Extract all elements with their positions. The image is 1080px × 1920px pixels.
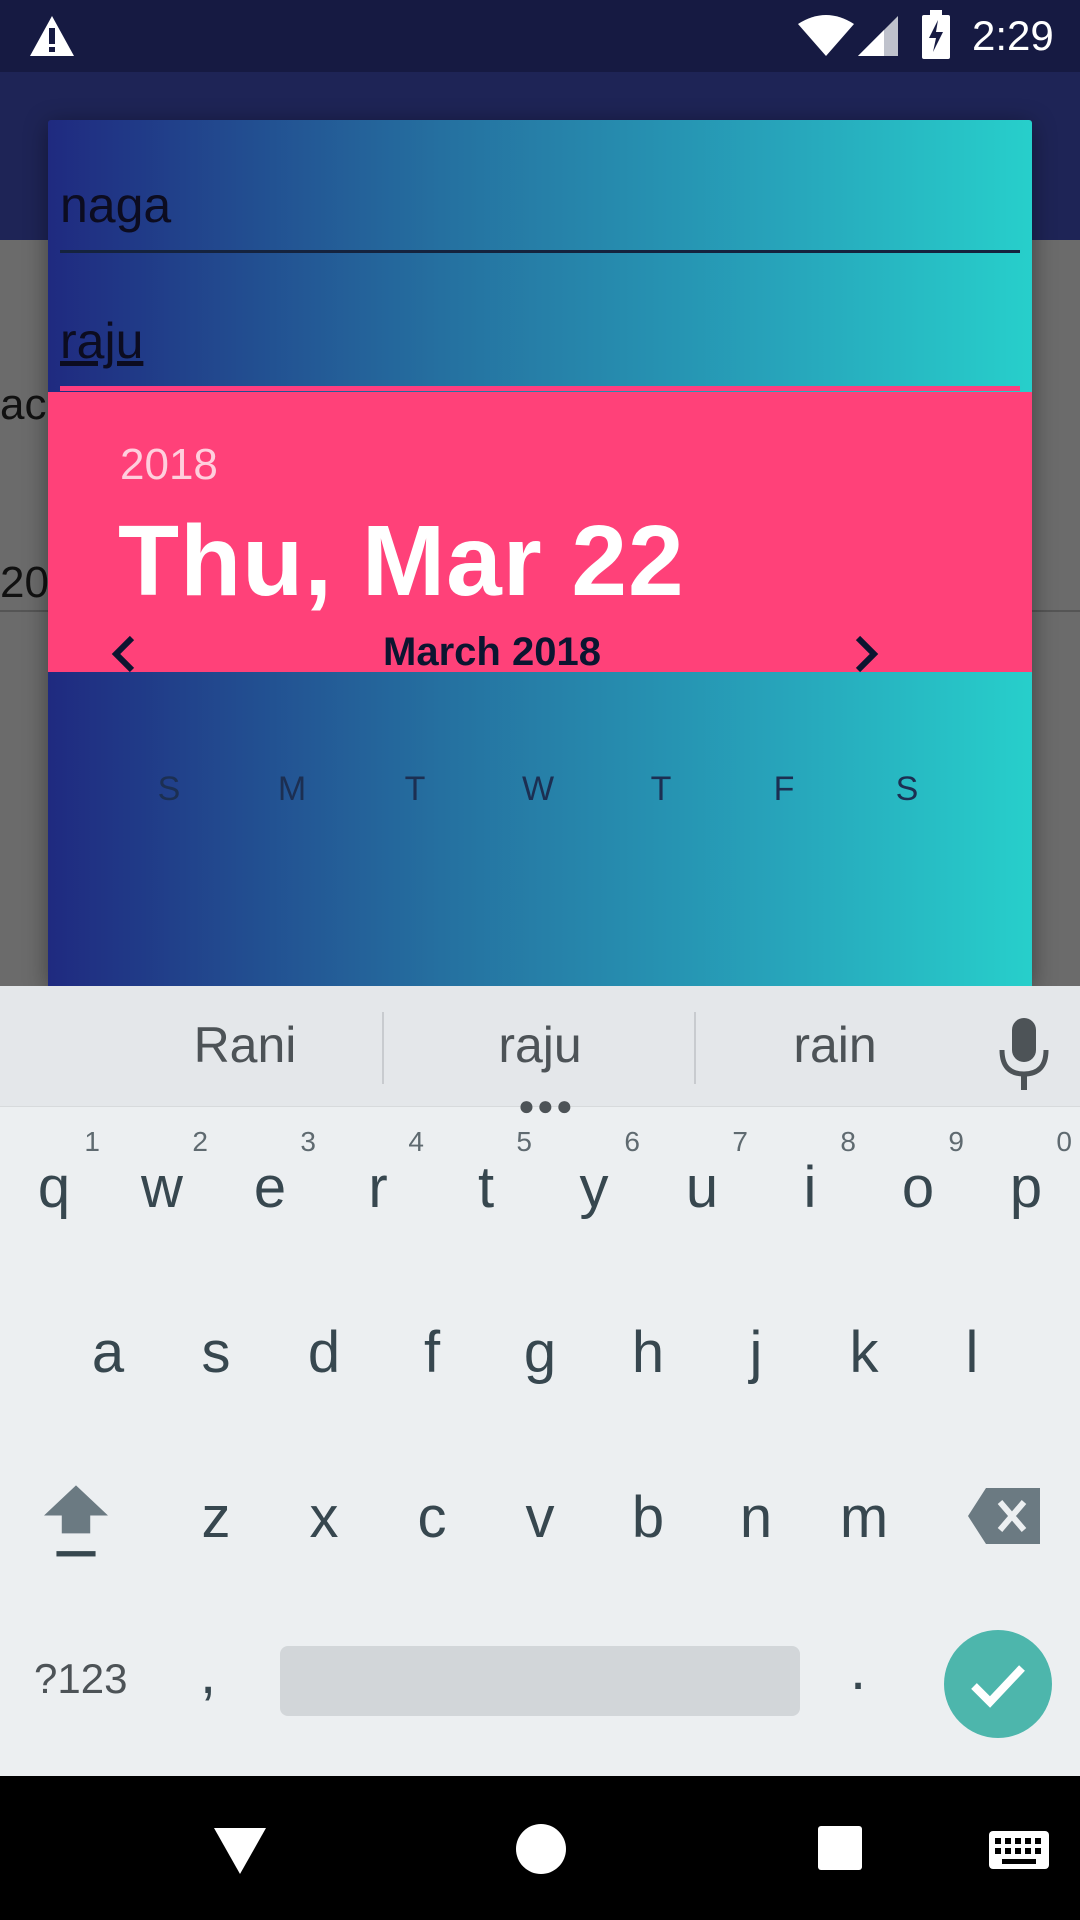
- last-name-field[interactable]: raju: [60, 296, 1020, 391]
- key-label: i: [803, 1155, 817, 1220]
- background-text: ac: [0, 380, 47, 429]
- key-o[interactable]: o9: [878, 1128, 964, 1228]
- key-label: t: [477, 1155, 495, 1220]
- key-i[interactable]: i8: [770, 1128, 856, 1228]
- key-w[interactable]: w2: [122, 1128, 208, 1228]
- weekday-label: W: [521, 770, 555, 808]
- space-key[interactable]: [280, 1646, 800, 1716]
- key-y[interactable]: y6: [554, 1128, 641, 1228]
- key-s[interactable]: s: [176, 1313, 256, 1393]
- weekday-header: S M T W T F S: [0, 770, 984, 810]
- key-hint: 6: [624, 1126, 640, 1157]
- signal-icon: [858, 16, 898, 56]
- key-hint: 8: [840, 1126, 856, 1157]
- key-x[interactable]: x: [284, 1478, 364, 1558]
- key-label: o: [901, 1155, 935, 1220]
- key-f[interactable]: f: [392, 1313, 472, 1393]
- key-g[interactable]: g: [500, 1313, 580, 1393]
- key-label: w: [141, 1155, 183, 1220]
- key-b[interactable]: b: [608, 1478, 688, 1558]
- key-k[interactable]: k: [824, 1313, 904, 1393]
- key-t[interactable]: t5: [446, 1128, 532, 1228]
- wifi-icon: [798, 15, 854, 56]
- key-z[interactable]: z: [176, 1478, 256, 1558]
- last-name-value: raju: [60, 313, 144, 369]
- weekday-label: S: [895, 770, 919, 808]
- key-hint: 3: [300, 1126, 316, 1157]
- background-text: 20: [0, 558, 49, 607]
- selected-date-label[interactable]: Thu, Mar 22: [118, 504, 685, 619]
- year-label[interactable]: 2018: [120, 440, 218, 490]
- key-m[interactable]: m: [824, 1478, 904, 1558]
- backspace-icon[interactable]: [966, 1486, 1042, 1546]
- key-c[interactable]: c: [392, 1478, 472, 1558]
- suggestion-bar: Rani raju rain ●●●: [0, 986, 1080, 1121]
- key-j[interactable]: j: [716, 1313, 796, 1393]
- key-n[interactable]: n: [716, 1478, 796, 1558]
- key-u[interactable]: u7: [662, 1128, 748, 1228]
- key-label: q: [37, 1155, 71, 1220]
- key-label: u: [685, 1155, 719, 1220]
- back-icon[interactable]: [212, 1824, 268, 1876]
- battery-charging-icon: [922, 10, 950, 59]
- recent-apps-icon[interactable]: [818, 1826, 862, 1870]
- status-bar: 2:29: [0, 0, 1080, 72]
- comma-key[interactable]: ,: [200, 1640, 216, 1707]
- weekday-label: F: [773, 770, 795, 808]
- more-suggestions-icon[interactable]: ●●●: [518, 1090, 575, 1122]
- weekday-label: M: [277, 770, 307, 808]
- suggestion-item[interactable]: Rani: [180, 1016, 310, 1074]
- suggestion-item[interactable]: rain: [770, 1016, 900, 1074]
- key-hint: 9: [948, 1126, 964, 1157]
- divider: [382, 1012, 384, 1084]
- key-v[interactable]: v: [500, 1478, 580, 1558]
- symbols-key[interactable]: ?123: [34, 1655, 127, 1703]
- home-icon[interactable]: [516, 1824, 566, 1874]
- key-q[interactable]: q1: [14, 1128, 100, 1228]
- suggestion-item[interactable]: raju: [470, 1016, 610, 1074]
- key-l[interactable]: l: [932, 1313, 1012, 1393]
- key-e[interactable]: e3: [230, 1128, 316, 1228]
- keyboard-icon[interactable]: [988, 1830, 1050, 1870]
- key-hint: 5: [516, 1126, 532, 1157]
- key-hint: 2: [192, 1126, 208, 1157]
- weekday-label: T: [404, 770, 426, 808]
- weekday-label: S: [157, 770, 181, 808]
- key-r[interactable]: r4: [338, 1128, 424, 1228]
- key-label: e: [253, 1155, 287, 1220]
- key-label: r: [368, 1155, 388, 1220]
- key-a[interactable]: a: [68, 1313, 148, 1393]
- key-label: y: [579, 1155, 609, 1220]
- key-hint: 1: [84, 1126, 100, 1157]
- key-h[interactable]: h: [608, 1313, 688, 1393]
- check-icon: [971, 1665, 1025, 1708]
- period-key[interactable]: .: [850, 1636, 866, 1703]
- key-d[interactable]: d: [284, 1313, 364, 1393]
- month-label: March 2018: [383, 630, 601, 674]
- first-name-value: naga: [60, 177, 172, 233]
- microphone-icon[interactable]: [996, 1016, 1052, 1092]
- first-name-field[interactable]: naga: [60, 160, 1020, 253]
- shift-icon[interactable]: [38, 1480, 114, 1560]
- key-p[interactable]: p0: [986, 1128, 1072, 1228]
- weekday-label: T: [650, 770, 672, 808]
- date-picker-dialog: naga raju 2018 Thu, Mar 22: [48, 120, 1032, 986]
- status-time: 2:29: [972, 12, 1054, 59]
- warning-icon: [30, 16, 74, 56]
- key-hint: 0: [1056, 1126, 1072, 1157]
- key-hint: 7: [732, 1126, 748, 1157]
- key-hint: 4: [408, 1126, 424, 1157]
- divider: [694, 1012, 696, 1084]
- done-key[interactable]: [944, 1630, 1052, 1738]
- key-label: p: [1009, 1155, 1043, 1220]
